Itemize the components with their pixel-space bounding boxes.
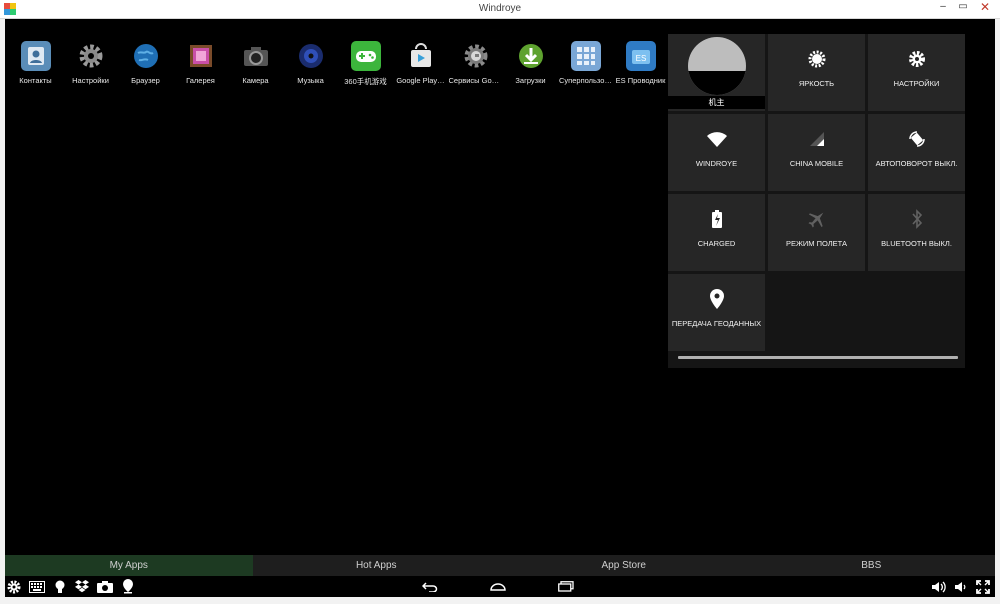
app-downloads[interactable]: Загрузки xyxy=(503,41,558,87)
window-frame-bottom xyxy=(0,597,1000,604)
dropbox-icon[interactable] xyxy=(74,579,90,594)
app-label: Сервисы Goo… xyxy=(448,76,503,85)
es-explorer-icon: ES xyxy=(625,41,656,71)
qs-tile-location[interactable]: ПЕРЕДАЧА ГЕОДАННЫХ xyxy=(668,274,765,351)
app-contacts[interactable]: Контакты xyxy=(8,41,63,87)
window-frame-right xyxy=(995,19,1000,597)
download-icon xyxy=(516,41,546,71)
app-360-games[interactable]: 360手机游戏 xyxy=(338,41,393,87)
minimize-button[interactable]: – xyxy=(932,0,954,18)
browser-globe-icon xyxy=(131,41,161,71)
qs-label: BLUETOOTH ВЫКЛ. xyxy=(881,239,952,248)
app-gallery[interactable]: Галерея xyxy=(173,41,228,87)
qs-label: НАСТРОЙКИ xyxy=(893,79,940,88)
qs-tile-airplane-mode[interactable]: РЕЖИМ ПОЛЕТА xyxy=(768,194,865,271)
volume-down-icon[interactable] xyxy=(952,579,968,594)
google-settings-icon xyxy=(461,41,491,71)
app-superuser[interactable]: Суперпользо… xyxy=(558,41,613,87)
tab-app-store[interactable]: App Store xyxy=(500,555,748,576)
wifi-icon xyxy=(706,129,728,149)
lightbulb-icon[interactable] xyxy=(52,579,68,594)
svg-text:ES: ES xyxy=(635,54,646,63)
app-settings[interactable]: Настройки xyxy=(63,41,118,87)
home-icon[interactable] xyxy=(488,579,508,594)
app-label: Музыка xyxy=(297,76,324,85)
qs-tile-mobile-data[interactable]: CHINA MOBILE xyxy=(768,114,865,191)
settings-gear-icon xyxy=(908,49,926,69)
app-google-services[interactable]: Сервисы Goo… xyxy=(448,41,503,87)
recent-apps-icon[interactable] xyxy=(557,579,575,594)
settings-gear-icon xyxy=(76,41,106,71)
app-label: Браузер xyxy=(131,76,160,85)
app-camera[interactable]: Камера xyxy=(228,41,283,87)
location-pin-icon[interactable] xyxy=(120,579,136,594)
camera-icon xyxy=(241,41,271,71)
app-es-explorer[interactable]: ES ES Проводник xyxy=(613,41,668,87)
qs-label: ЯРКОСТЬ xyxy=(798,79,835,88)
brightness-icon xyxy=(808,49,826,69)
qs-label: АВТОПОВОРОТ ВЫКЛ. xyxy=(875,159,958,168)
camera-icon[interactable] xyxy=(97,579,113,594)
app-google-play[interactable]: Google Play… xyxy=(393,41,448,87)
window-title: Windroye xyxy=(478,3,522,14)
play-store-icon xyxy=(406,41,436,71)
app-label: Google Play… xyxy=(396,76,445,85)
gallery-icon xyxy=(186,41,216,71)
qs-user-name: 机主 xyxy=(668,96,765,109)
user-avatar-icon xyxy=(687,37,746,95)
app-label: Камера xyxy=(242,76,269,85)
superuser-icon xyxy=(570,41,601,71)
tab-bbs[interactable]: BBS xyxy=(748,555,996,576)
volume-up-icon[interactable] xyxy=(930,579,946,594)
gamepad-icon xyxy=(350,41,381,71)
quick-settings-panel: 机主 ЯРКОСТЬ НАСТРОЙКИ WINDROYE CHINA MOBI xyxy=(668,34,965,368)
qs-tile-auto-rotate[interactable]: АВТОПОВОРОТ ВЫКЛ. xyxy=(868,114,965,191)
qs-tile-bluetooth[interactable]: BLUETOOTH ВЫКЛ. xyxy=(868,194,965,271)
app-music[interactable]: Музыка xyxy=(283,41,338,87)
keyboard-icon[interactable] xyxy=(29,579,45,594)
settings-gear-icon[interactable] xyxy=(6,579,22,594)
app-label: Загрузки xyxy=(515,76,546,85)
qs-tile-brightness[interactable]: ЯРКОСТЬ xyxy=(768,34,865,111)
location-pin-icon xyxy=(709,289,724,309)
qs-tile-wifi[interactable]: WINDROYE xyxy=(668,114,765,191)
app-browser[interactable]: Браузер xyxy=(118,41,173,87)
qs-label: CHINA MOBILE xyxy=(789,159,844,168)
qs-label: WINDROYE xyxy=(695,159,738,168)
qs-label: CHARGED xyxy=(697,239,736,248)
bottom-tab-bar: My Apps Hot Apps App Store BBS xyxy=(5,555,995,576)
qs-tile-settings[interactable]: НАСТРОЙКИ xyxy=(868,34,965,111)
app-label: Контакты xyxy=(19,76,52,85)
window-title-bar: Windroye – ▭ ✕ xyxy=(0,0,1000,19)
qs-tile-user[interactable]: 机主 xyxy=(668,34,765,111)
tab-my-apps[interactable]: My Apps xyxy=(5,555,253,576)
contacts-icon xyxy=(20,41,51,71)
bluetooth-icon xyxy=(911,209,923,229)
restore-button[interactable]: ▭ xyxy=(952,0,974,18)
app-label: ES Проводник xyxy=(615,76,666,85)
battery-charging-icon xyxy=(711,209,723,229)
tab-hot-apps[interactable]: Hot Apps xyxy=(253,555,501,576)
home-app-row: Контакты Настройки Браузер Галерея Камер… xyxy=(8,41,668,87)
qs-tile-battery[interactable]: CHARGED xyxy=(668,194,765,271)
airplane-icon xyxy=(807,209,827,229)
qs-label: РЕЖИМ ПОЛЕТА xyxy=(785,239,848,248)
music-icon xyxy=(296,41,326,71)
back-icon[interactable] xyxy=(421,579,439,594)
fullscreen-icon[interactable] xyxy=(975,579,991,594)
app-label: Настройки xyxy=(72,76,109,85)
app-label: 360手机游戏 xyxy=(344,77,387,86)
close-button[interactable]: ✕ xyxy=(974,0,996,18)
android-home-screen: Контакты Настройки Браузер Галерея Камер… xyxy=(5,19,995,555)
app-label: Галерея xyxy=(186,76,215,85)
navigation-toolbar xyxy=(5,576,995,597)
app-label: Суперпользо… xyxy=(559,76,612,85)
quick-settings-handle[interactable] xyxy=(678,356,958,359)
auto-rotate-icon xyxy=(908,129,926,149)
signal-icon xyxy=(809,129,825,149)
qs-label: ПЕРЕДАЧА ГЕОДАННЫХ xyxy=(671,319,762,328)
